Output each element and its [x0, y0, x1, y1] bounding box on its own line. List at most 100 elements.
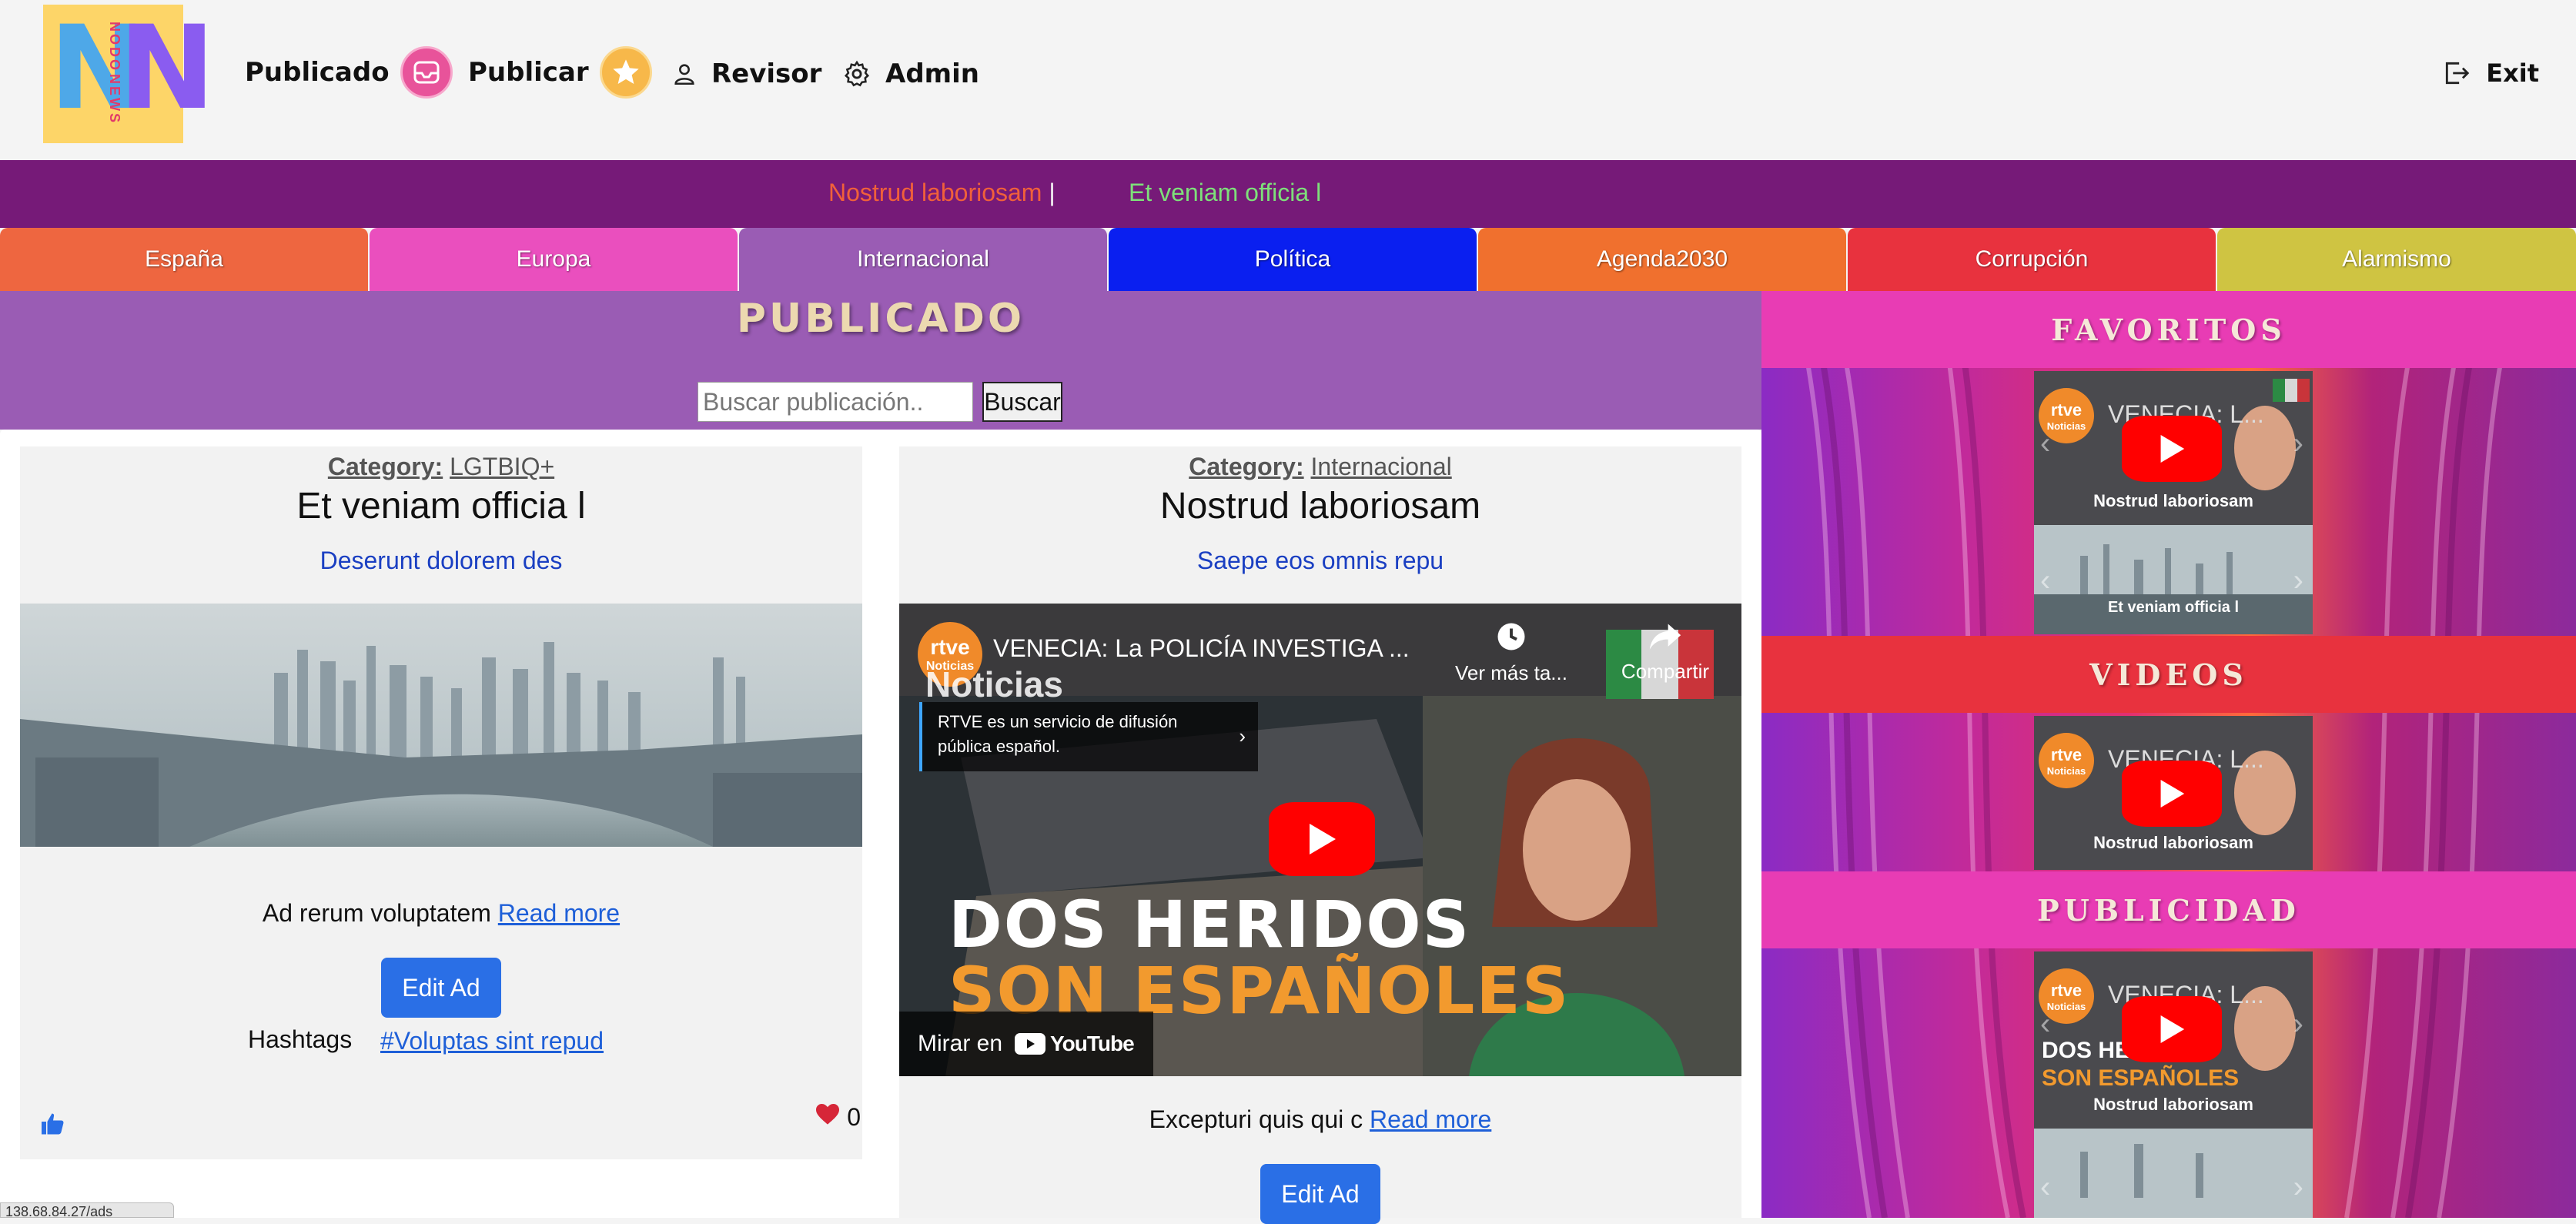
chevron-right-icon: ›: [1239, 724, 1246, 747]
heart-icon: [815, 1102, 841, 1132]
videos-heading: VIDEOS: [1761, 636, 2576, 713]
videos-carousel[interactable]: rtve Noticias VENECIA: L... Nostrud labo…: [2034, 716, 2313, 870]
share-label: Compartir: [1621, 660, 1710, 683]
embedded-video[interactable]: rtve Noticias VENECIA: La POLICÍA INVEST…: [899, 604, 1741, 1076]
youtube-logo-icon: YouTube: [1015, 1032, 1135, 1056]
nav-revisor[interactable]: Revisor: [671, 59, 821, 89]
video-headline-1: DOS HERIDOS: [948, 887, 1471, 962]
play-icon[interactable]: [2122, 996, 2222, 1062]
channel-name: rtve: [2050, 744, 2083, 764]
nav-publicado-label: Publicado: [245, 57, 390, 88]
play-icon[interactable]: [2122, 416, 2222, 482]
hashtag-link[interactable]: #Voluptas sint repud: [380, 1027, 604, 1055]
tab-alarmismo[interactable]: Alarmismo: [2217, 228, 2576, 291]
tab-internacional[interactable]: Internacional: [739, 228, 1107, 291]
sidebar-video-overlay: DOS HE: [2042, 1038, 2131, 1063]
channel-sub: Noticias: [2046, 1000, 2086, 1012]
tab-politica[interactable]: Política: [1109, 228, 1477, 291]
edit-ad-button[interactable]: Edit Ad: [381, 958, 501, 1018]
watch-on-youtube-button[interactable]: Mirar en YouTube: [899, 1012, 1153, 1076]
search-button[interactable]: Buscar: [982, 382, 1062, 422]
exit-label: Exit: [2486, 59, 2539, 88]
nav-revisor-label: Revisor: [711, 59, 822, 89]
post-category[interactable]: Category: LGTBIQ+: [20, 453, 862, 481]
logo-text-news: NEWS: [107, 74, 122, 125]
excerpt-text: Excepturi quis qui c: [1149, 1105, 1363, 1133]
edit-ad-button[interactable]: Edit Ad: [1260, 1164, 1380, 1224]
logo-text-nodo: NODO: [107, 22, 122, 72]
gear-icon: [842, 59, 871, 89]
post-category[interactable]: Category: Internacional: [899, 453, 1741, 481]
carousel-caption: Nostrud laboriosam: [2093, 1095, 2253, 1114]
channel-sub: Noticias: [2046, 764, 2086, 777]
nav-publicar-label: Publicar: [468, 57, 589, 88]
tab-europa[interactable]: Europa: [370, 228, 738, 291]
ticker-item-1[interactable]: Nostrud laboriosam |: [828, 179, 1055, 207]
channel-sub: Noticias: [2046, 420, 2086, 432]
carousel-next-icon[interactable]: ›: [2293, 1007, 2303, 1042]
favoritos-carousel[interactable]: rtve Noticias VENECIA: L... ‹ › Nostrud …: [2034, 371, 2313, 634]
excerpt-text: Ad rerum voluptatem: [262, 899, 491, 927]
carousel-caption: Nostrud laboriosam: [2093, 491, 2253, 510]
video-title[interactable]: VENECIA: La POLICÍA INVESTIGA ...: [993, 634, 1410, 663]
category-label: Category:: [1189, 453, 1304, 480]
tab-espana[interactable]: España: [0, 228, 368, 291]
channel-name: rtve: [2050, 400, 2083, 420]
carousel-prev-icon[interactable]: ‹: [2040, 564, 2050, 598]
carousel-prev-icon[interactable]: ‹: [2040, 1170, 2050, 1205]
post-title: Et veniam officia l: [296, 486, 586, 527]
carousel-next-icon[interactable]: ›: [2293, 1170, 2303, 1205]
clock-icon: [1495, 620, 1527, 657]
share-button[interactable]: Compartir: [1607, 620, 1723, 684]
channel-name: rtve: [930, 635, 970, 659]
info-panel[interactable]: RTVE es un servicio de difusión pública …: [919, 702, 1258, 771]
read-more-link[interactable]: Read more: [498, 899, 620, 927]
search-bar: Buscar: [698, 382, 1062, 422]
city-skyline-image: [20, 604, 862, 847]
carousel-next-icon[interactable]: ›: [2293, 564, 2303, 598]
carousel-prev-icon[interactable]: ‹: [2040, 426, 2050, 461]
channel-name: rtve: [2050, 980, 2083, 1000]
nav-admin[interactable]: Admin: [842, 59, 979, 89]
read-more-link[interactable]: Read more: [1370, 1105, 1491, 1133]
play-icon[interactable]: [2122, 761, 2222, 827]
post-subtitle: Deserunt dolorem des: [319, 547, 563, 574]
sidebar-video-overlay-2: SON ESPAÑOLES: [2042, 1065, 2240, 1091]
status-bar-url: 138.68.84.27/ads: [0, 1202, 174, 1218]
publicidad-heading: PUBLICIDAD: [1761, 871, 2576, 948]
post-excerpt: Ad rerum voluptatem Read more: [20, 899, 862, 928]
play-icon[interactable]: [1269, 802, 1375, 876]
post-card: Category: LGTBIQ+ Et veniam officia l De…: [20, 446, 862, 1159]
carousel-prev-icon[interactable]: ‹: [2040, 1007, 2050, 1042]
site-logo[interactable]: N N NODO NEWS: [43, 5, 216, 143]
post-subtitle: Saepe eos omnis repu: [1196, 547, 1444, 574]
carousel-caption: Et veniam officia l: [2107, 599, 2240, 616]
favoritos-heading: FAVORITOS: [1761, 291, 2576, 368]
logout-icon: [2441, 59, 2472, 88]
person-icon: [671, 61, 698, 87]
thumbs-up-icon[interactable]: [38, 1110, 68, 1142]
carousel-next-icon[interactable]: ›: [2293, 426, 2303, 461]
watch-later-label: Ver más ta...: [1455, 661, 1567, 684]
category-value: LGTBIQ+: [450, 453, 555, 480]
nav-publicado[interactable]: Publicado: [245, 46, 453, 99]
publicidad-carousel[interactable]: rtve Noticias VENECIA: L... DOS HE SON E…: [2034, 951, 2313, 1218]
logo-letter-2: N: [119, 2, 216, 135]
like-counter[interactable]: 0: [815, 1102, 861, 1132]
tab-agenda2030[interactable]: Agenda2030: [1478, 228, 1846, 291]
watch-later-button[interactable]: Ver más ta...: [1454, 620, 1569, 685]
tab-corrupcion[interactable]: Corrupción: [1848, 228, 2216, 291]
inbox-icon: [400, 46, 453, 99]
nav-publicar[interactable]: Publicar: [468, 46, 652, 99]
post-card: Category: Internacional Nostrud laborios…: [899, 446, 1741, 1224]
exit-button[interactable]: Exit: [2441, 59, 2539, 88]
ticker-item-2[interactable]: Et veniam officia l: [1129, 179, 1321, 207]
search-input[interactable]: [698, 382, 973, 422]
ticker-separator: |: [1049, 179, 1055, 206]
video-overlay-word: Noticias: [925, 664, 1063, 704]
carousel-caption: Nostrud laboriosam: [2093, 833, 2253, 852]
watch-on-label: Mirar en: [918, 1031, 1003, 1056]
category-tabs: España Europa Internacional Política Age…: [0, 228, 2576, 291]
post-title: Nostrud laboriosam: [1159, 486, 1481, 527]
category-label: Category:: [327, 453, 443, 480]
